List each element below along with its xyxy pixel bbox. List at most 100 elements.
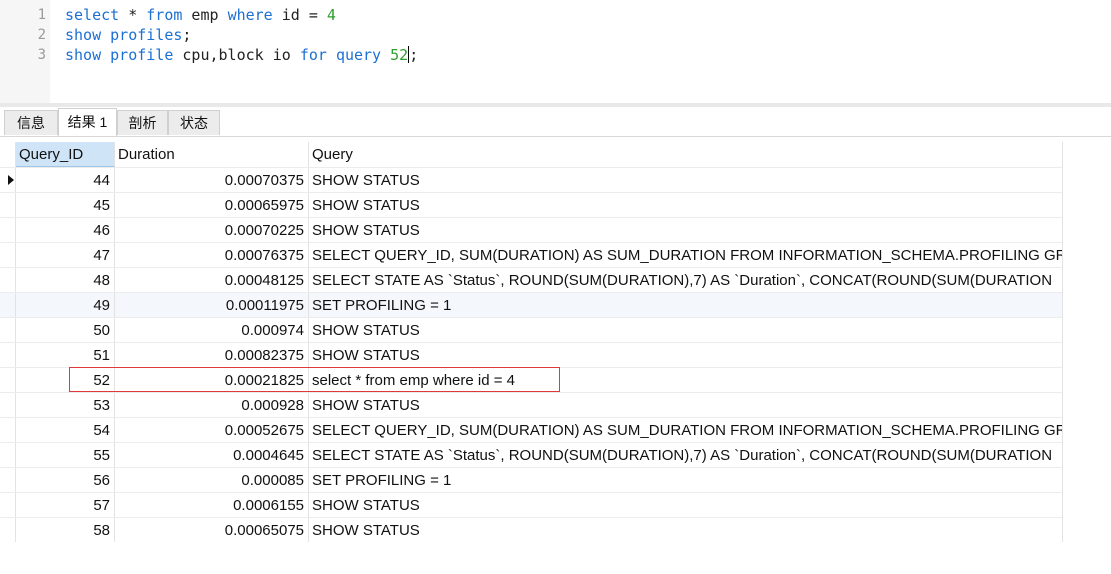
table-row[interactable]: 48 0.00048125 SELECT STATE AS `Status`, RO… bbox=[0, 267, 1062, 292]
cell-query-id[interactable]: 53 bbox=[16, 393, 115, 417]
sql-keyword: query bbox=[335, 46, 382, 64]
cell-duration[interactable]: 0.00076375 bbox=[115, 243, 309, 267]
sql-text: id = bbox=[272, 6, 327, 24]
code-line[interactable]: 3 show profile cpu,block io for query 52; bbox=[0, 45, 1111, 65]
table-row[interactable]: 49 0.00011975 SET PROFILING = 1 bbox=[0, 292, 1062, 317]
cell-query[interactable]: SHOW STATUS bbox=[309, 218, 1062, 242]
row-indicator[interactable] bbox=[0, 343, 16, 367]
row-indicator[interactable] bbox=[0, 443, 16, 467]
cell-query[interactable]: SHOW STATUS bbox=[309, 318, 1062, 342]
cell-duration[interactable]: 0.00082375 bbox=[115, 343, 309, 367]
row-indicator[interactable] bbox=[0, 393, 16, 417]
cell-query-id[interactable]: 56 bbox=[16, 468, 115, 492]
cell-query[interactable]: SHOW STATUS bbox=[309, 343, 1062, 367]
cell-query-id[interactable]: 46 bbox=[16, 218, 115, 242]
table-row[interactable]: 52 0.00021825 select * from emp where id =… bbox=[0, 367, 1062, 392]
cell-duration[interactable]: 0.000974 bbox=[115, 318, 309, 342]
code-line[interactable]: 1 select * from emp where id = 4 bbox=[0, 5, 1111, 25]
row-indicator[interactable] bbox=[0, 268, 16, 292]
table-row[interactable]: 56 0.000085 SET PROFILING = 1 bbox=[0, 467, 1062, 492]
sql-text: cpu,block io bbox=[173, 46, 300, 64]
cell-duration[interactable]: 0.00052675 bbox=[115, 418, 309, 442]
cell-duration[interactable]: 0.00065975 bbox=[115, 193, 309, 217]
sql-keyword: show bbox=[65, 46, 102, 64]
row-indicator[interactable] bbox=[0, 493, 16, 517]
cell-query[interactable]: SHOW STATUS bbox=[309, 518, 1062, 542]
cell-query[interactable]: SHOW STATUS bbox=[309, 393, 1062, 417]
cell-query-id[interactable]: 52 bbox=[16, 368, 115, 392]
row-indicator[interactable] bbox=[0, 193, 16, 217]
result-grid[interactable]: Query_ID Duration Query 44 0.00070375 SHOW… bbox=[0, 142, 1063, 542]
current-row-arrow-icon bbox=[8, 175, 14, 185]
cell-query[interactable]: select * from emp where id = 4 bbox=[309, 368, 1062, 392]
cell-duration[interactable]: 0.000085 bbox=[115, 468, 309, 492]
cell-duration[interactable]: 0.000928 bbox=[115, 393, 309, 417]
cell-query[interactable]: SHOW STATUS bbox=[309, 193, 1062, 217]
row-indicator[interactable] bbox=[0, 468, 16, 492]
cell-query-id[interactable]: 49 bbox=[16, 293, 115, 317]
row-indicator[interactable] bbox=[0, 418, 16, 442]
cell-duration[interactable]: 0.00070375 bbox=[115, 168, 309, 192]
row-indicator[interactable] bbox=[0, 218, 16, 242]
row-indicator[interactable] bbox=[0, 368, 16, 392]
cell-duration[interactable]: 0.00070225 bbox=[115, 218, 309, 242]
table-row[interactable]: 51 0.00082375 SHOW STATUS bbox=[0, 342, 1062, 367]
row-indicator[interactable] bbox=[0, 318, 16, 342]
table-row[interactable]: 54 0.00052675 SELECT QUERY_ID, SUM(DURATIO… bbox=[0, 417, 1062, 442]
cell-query[interactable]: SELECT STATE AS `Status`, ROUND(SUM(DURA… bbox=[309, 268, 1062, 292]
code-text[interactable]: show profile cpu,block io for query 52; bbox=[65, 45, 418, 65]
cell-query[interactable]: SET PROFILING = 1 bbox=[309, 293, 1062, 317]
cell-query[interactable]: SELECT STATE AS `Status`, ROUND(SUM(DURA… bbox=[309, 443, 1062, 467]
sql-number: 4 bbox=[326, 6, 336, 24]
row-indicator[interactable] bbox=[0, 293, 16, 317]
cell-duration[interactable]: 0.0004645 bbox=[115, 443, 309, 467]
grid-header: Query_ID Duration Query bbox=[0, 142, 1062, 167]
row-indicator[interactable] bbox=[0, 518, 16, 542]
table-row[interactable]: 58 0.00065075 SHOW STATUS bbox=[0, 517, 1062, 542]
code-text[interactable]: select * from emp where id = 4 bbox=[65, 5, 336, 25]
cell-duration[interactable]: 0.00048125 bbox=[115, 268, 309, 292]
sql-editor[interactable]: 1 select * from emp where id = 4 2 show pro… bbox=[0, 0, 1111, 103]
sql-keyword: for bbox=[299, 46, 327, 64]
table-row[interactable]: 45 0.00065975 SHOW STATUS bbox=[0, 192, 1062, 217]
cell-query-id[interactable]: 50 bbox=[16, 318, 115, 342]
cell-query-id[interactable]: 55 bbox=[16, 443, 115, 467]
column-header-query-id[interactable]: Query_ID bbox=[16, 142, 115, 167]
cell-query-id[interactable]: 47 bbox=[16, 243, 115, 267]
cell-duration[interactable]: 0.00011975 bbox=[115, 293, 309, 317]
cell-query-id[interactable]: 45 bbox=[16, 193, 115, 217]
cell-query[interactable]: SHOW STATUS bbox=[309, 493, 1062, 517]
cell-query-id[interactable]: 51 bbox=[16, 343, 115, 367]
table-row[interactable]: 53 0.000928 SHOW STATUS bbox=[0, 392, 1062, 417]
cell-duration[interactable]: 0.0006155 bbox=[115, 493, 309, 517]
cell-duration[interactable]: 0.00021825 bbox=[115, 368, 309, 392]
table-row[interactable]: 47 0.00076375 SELECT QUERY_ID, SUM(DURATIO… bbox=[0, 242, 1062, 267]
table-row[interactable]: 55 0.0004645 SELECT STATE AS `Status`, ROU… bbox=[0, 442, 1062, 467]
tab-info[interactable]: 信息 bbox=[4, 110, 58, 135]
cell-query-id[interactable]: 48 bbox=[16, 268, 115, 292]
tab-status[interactable]: 状态 bbox=[168, 110, 220, 135]
row-indicator[interactable] bbox=[0, 168, 16, 192]
column-header-query[interactable]: Query bbox=[309, 142, 1062, 167]
cell-query[interactable]: SET PROFILING = 1 bbox=[309, 468, 1062, 492]
cell-query-id[interactable]: 57 bbox=[16, 493, 115, 517]
cell-query[interactable]: SELECT QUERY_ID, SUM(DURATION) AS SUM_DU… bbox=[309, 243, 1062, 267]
cell-query-id[interactable]: 58 bbox=[16, 518, 115, 542]
cell-query[interactable]: SELECT QUERY_ID, SUM(DURATION) AS SUM_DU… bbox=[309, 418, 1062, 442]
tab-result-1[interactable]: 结果 1 bbox=[58, 108, 117, 136]
cell-duration[interactable]: 0.00065075 bbox=[115, 518, 309, 542]
table-row[interactable]: 50 0.000974 SHOW STATUS bbox=[0, 317, 1062, 342]
code-line[interactable]: 2 show profiles; bbox=[0, 25, 1111, 45]
code-text[interactable]: show profiles; bbox=[65, 25, 191, 45]
cell-query[interactable]: SHOW STATUS bbox=[309, 168, 1062, 192]
row-indicator[interactable] bbox=[0, 243, 16, 267]
table-row[interactable]: 57 0.0006155 SHOW STATUS bbox=[0, 492, 1062, 517]
table-row[interactable]: 44 0.00070375 SHOW STATUS bbox=[0, 167, 1062, 192]
table-row[interactable]: 46 0.00070225 SHOW STATUS bbox=[0, 217, 1062, 242]
column-header-duration[interactable]: Duration bbox=[115, 142, 309, 167]
cell-query-id[interactable]: 54 bbox=[16, 418, 115, 442]
cell-query-id[interactable]: 44 bbox=[16, 168, 115, 192]
tab-profile[interactable]: 剖析 bbox=[117, 110, 168, 135]
